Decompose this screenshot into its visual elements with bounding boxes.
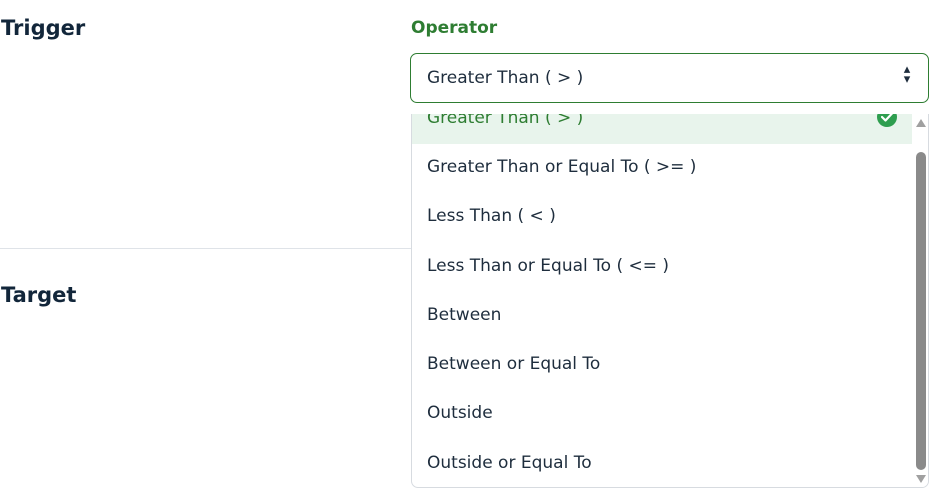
trigger-section-title: Trigger	[1, 16, 86, 40]
dropdown-scrollbar[interactable]	[913, 114, 928, 487]
option-label: Greater Than or Equal To ( >= )	[427, 157, 697, 177]
scrollbar-thumb[interactable]	[916, 152, 926, 470]
option-label: Between or Equal To	[427, 354, 601, 374]
option-label: Less Than ( < )	[427, 206, 556, 226]
option-less-than[interactable]: Less Than ( < )	[412, 202, 912, 232]
operator-select[interactable]: Greater Than ( > ) ▴ ▾	[410, 53, 929, 103]
option-label: Greater Than ( > )	[427, 114, 584, 128]
option-greater-than[interactable]: Greater Than ( > )	[412, 114, 912, 144]
section-divider	[0, 248, 411, 249]
option-label: Between	[427, 305, 502, 325]
scroll-down-arrow-icon[interactable]	[916, 475, 926, 483]
check-circle-icon	[877, 114, 897, 127]
option-between[interactable]: Between	[412, 301, 912, 331]
option-label: Less Than or Equal To ( <= )	[427, 256, 670, 276]
operator-dropdown-list: Greater Than ( > ) Greater Than or Equal…	[411, 114, 929, 488]
scroll-up-arrow-icon[interactable]	[916, 119, 926, 127]
target-section-title: Target	[1, 283, 77, 307]
option-label: Outside	[427, 403, 493, 423]
option-outside[interactable]: Outside	[412, 399, 912, 429]
caret-down-icon: ▾	[903, 72, 911, 87]
select-caret-icon: ▴ ▾	[902, 63, 912, 87]
option-less-than-or-equal[interactable]: Less Than or Equal To ( <= )	[412, 252, 912, 282]
option-label: Outside or Equal To	[427, 453, 592, 473]
option-outside-or-equal[interactable]: Outside or Equal To	[412, 449, 912, 479]
option-greater-than-or-equal[interactable]: Greater Than or Equal To ( >= )	[412, 153, 912, 183]
option-between-or-equal[interactable]: Between or Equal To	[412, 350, 912, 380]
operator-label: Operator	[411, 18, 498, 38]
operator-selected-value: Greater Than ( > )	[427, 68, 584, 88]
